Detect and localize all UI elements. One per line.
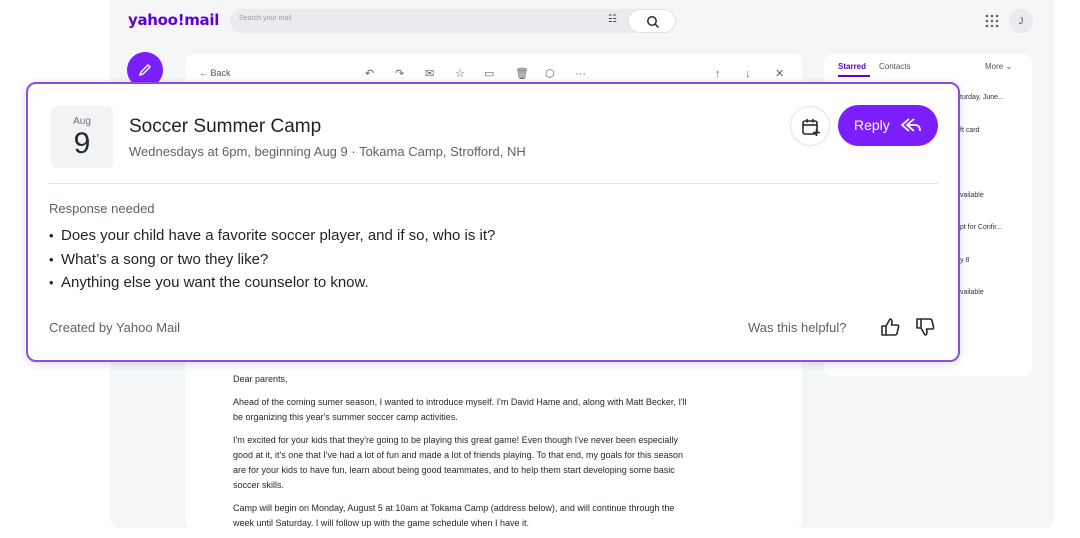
divider bbox=[49, 183, 938, 184]
calendar-add-icon bbox=[802, 119, 820, 136]
list-item: • Anything else you want the counselor to… bbox=[49, 274, 369, 291]
list-item[interactable]: vailable bbox=[960, 192, 984, 199]
mail-icon[interactable]: ✉ bbox=[425, 69, 434, 80]
reply-icon[interactable]: ↶ bbox=[365, 69, 374, 80]
email-greeting: Dear parents, bbox=[233, 374, 288, 384]
date-badge: Aug 9 bbox=[51, 106, 113, 168]
search-bar[interactable]: Search your mail ☷ bbox=[230, 9, 676, 33]
previous-icon[interactable]: ↑ bbox=[715, 69, 721, 80]
star-icon[interactable]: ☆ bbox=[455, 69, 465, 80]
reply-icon bbox=[901, 118, 921, 132]
list-item[interactable]: pt for Confir... bbox=[960, 224, 1002, 231]
tab-starred[interactable]: Starred bbox=[838, 62, 866, 71]
back-label: Back bbox=[210, 68, 231, 78]
yahoo-mail-logo[interactable]: yahoo!mail bbox=[128, 11, 219, 29]
question-text: Anything else you want the counselor to … bbox=[61, 274, 369, 291]
thumbs-up-icon[interactable] bbox=[879, 316, 901, 338]
list-item: • What’s a song or two they like? bbox=[49, 250, 269, 268]
email-paragraph: Ahead of the coming sumer season, I want… bbox=[233, 397, 687, 422]
list-item[interactable]: vailable bbox=[960, 289, 984, 296]
more-label: More bbox=[985, 62, 1004, 71]
event-details: Wednesdays at 6pm, beginning Aug 9 · Tok… bbox=[129, 144, 526, 159]
date-day: 9 bbox=[73, 127, 91, 160]
question-list: • Does your child have a favorite soccer … bbox=[49, 224, 495, 295]
question-text: What’s a song or two they like? bbox=[61, 250, 269, 268]
chevron-down-icon: ⌄ bbox=[1005, 62, 1013, 71]
email-paragraph: Camp will begin on Monday, August 5 at 1… bbox=[233, 503, 675, 528]
search-icon bbox=[647, 16, 660, 29]
event-card: Aug 9 Soccer Summer Camp Wednesdays at 6… bbox=[26, 82, 960, 362]
list-item[interactable]: ft card bbox=[960, 127, 979, 134]
back-button[interactable]: ← Back bbox=[199, 68, 231, 78]
question-text: Does your child have a favorite soccer p… bbox=[61, 227, 496, 244]
apps-grid-icon[interactable] bbox=[985, 14, 999, 28]
delete-icon[interactable]: 🗑 bbox=[515, 69, 529, 80]
active-tab-indicator bbox=[838, 75, 870, 77]
thumbs-down-icon[interactable] bbox=[914, 316, 936, 338]
response-needed-label: Response needed bbox=[49, 201, 155, 216]
email-body: Dear parents, Ahead of the coming sumer … bbox=[233, 372, 693, 538]
next-icon[interactable]: ↓ bbox=[745, 69, 751, 80]
date-month: Aug bbox=[73, 116, 91, 127]
list-item: • Does your child have a favorite soccer … bbox=[49, 227, 496, 244]
event-title: Soccer Summer Camp bbox=[129, 116, 322, 137]
add-to-calendar-button[interactable] bbox=[790, 106, 830, 146]
list-item[interactable]: turday, June... bbox=[960, 94, 1004, 101]
avatar[interactable]: J bbox=[1009, 9, 1033, 33]
forward-icon[interactable]: ↷ bbox=[395, 69, 404, 80]
helpful-prompt: Was this helpful? bbox=[748, 320, 847, 335]
spam-icon[interactable]: ⬡ bbox=[545, 69, 555, 80]
folder-icon[interactable]: ▭ bbox=[484, 69, 494, 80]
close-icon[interactable]: ✕ bbox=[775, 69, 784, 80]
reply-button[interactable]: Reply bbox=[838, 105, 938, 146]
email-paragraph: I'm excited for your kids that they're g… bbox=[233, 435, 684, 490]
list-item[interactable]: y 8 bbox=[960, 257, 969, 264]
search-options-icon[interactable]: ☷ bbox=[608, 14, 617, 25]
tab-contacts[interactable]: Contacts bbox=[879, 62, 911, 71]
pencil-icon bbox=[138, 64, 151, 77]
search-button[interactable] bbox=[628, 9, 676, 33]
search-input[interactable]: Search your mail bbox=[239, 15, 292, 22]
created-by-label: Created by Yahoo Mail bbox=[49, 320, 181, 335]
more-icon[interactable]: ··· bbox=[575, 69, 586, 80]
more-menu[interactable]: More ⌄ bbox=[985, 62, 1012, 71]
reply-label: Reply bbox=[854, 117, 890, 133]
